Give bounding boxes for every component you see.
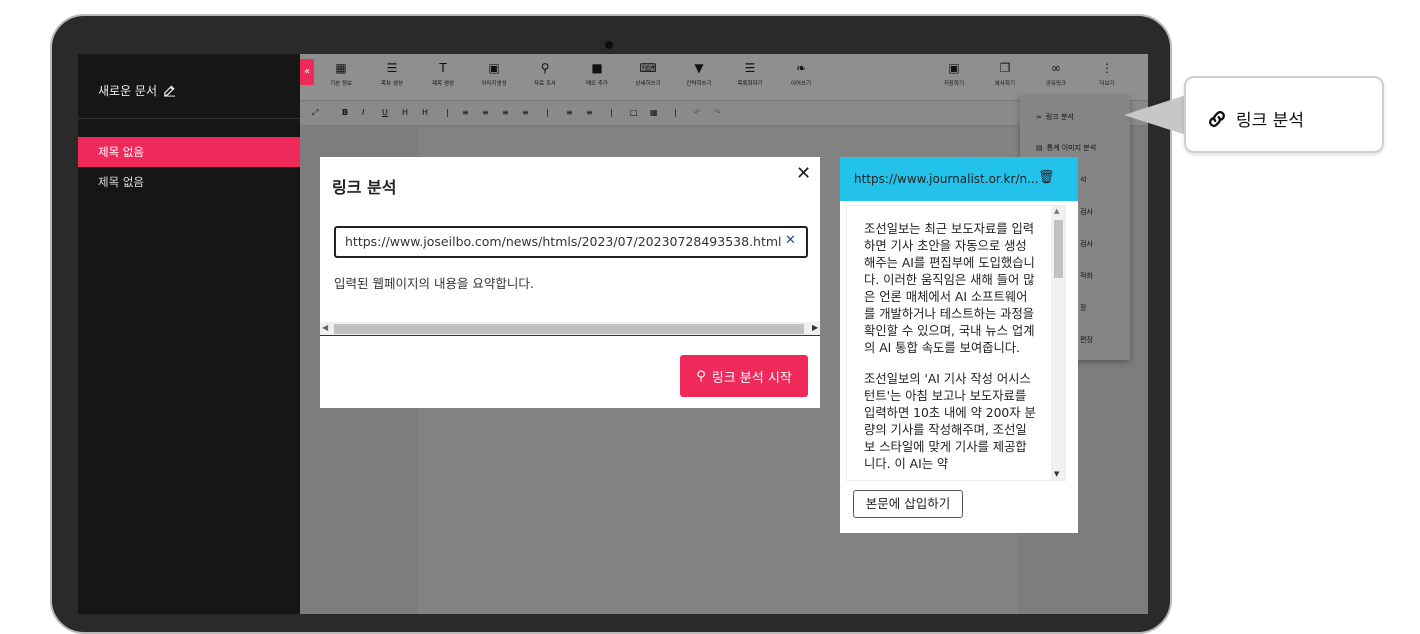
align-justify-icon[interactable]: ≡	[522, 108, 529, 117]
link-result-panel: https://www.journalist.or.kr/n... 🗑 조선일보…	[840, 157, 1078, 533]
callout-label: 링크 분석	[1236, 111, 1304, 131]
dropdown-item[interactable]: 적화	[1080, 271, 1093, 281]
outdent-icon[interactable]: ≡	[586, 108, 593, 117]
scroll-up-icon[interactable]: ▲	[1054, 207, 1059, 215]
chart-icon: ▤	[1036, 144, 1043, 152]
new-document-label: 새로운 문서	[98, 84, 158, 98]
title-text-icon: T	[439, 61, 447, 75]
modal-description: 입력된 웹페이지의 내용을 요약합니다.	[334, 276, 534, 291]
start-link-analysis-button[interactable]: ⚲ 링크 분석 시작	[680, 355, 808, 397]
table-icon[interactable]: ▦	[650, 108, 658, 117]
sidebar-divider	[78, 118, 300, 119]
new-document-button[interactable]: 새로운 문서	[98, 82, 176, 99]
tool-listify[interactable]: ☰ 목록화하기	[725, 61, 775, 87]
summary-text: 조선일보는 최근 보도자료를 입력하면 기사 초안을 자동으로 생성해주는 AI…	[864, 222, 1036, 471]
edit-icon	[163, 85, 176, 97]
tool-share-link[interactable]: ∞ 공유링크	[1031, 61, 1081, 87]
toolbar-separator: |	[674, 108, 677, 117]
link-icon: ∞	[1051, 61, 1061, 75]
dropdown-item[interactable]: 검사	[1080, 207, 1093, 217]
heading-icon[interactable]: H	[402, 108, 408, 117]
result-url[interactable]: https://www.journalist.or.kr/n...	[854, 172, 1039, 186]
toolbar-separator: |	[610, 108, 613, 117]
more-vertical-icon: ⋮	[1101, 61, 1113, 75]
link-icon	[1209, 110, 1225, 127]
save-icon: ▣	[948, 61, 960, 75]
tool-more[interactable]: ⋮ 더보기	[1082, 61, 1132, 87]
image-icon: ▣	[488, 61, 500, 75]
underline-icon[interactable]: U	[382, 108, 388, 117]
heading-small-icon[interactable]: H	[422, 108, 428, 117]
dropdown-item-stats-image[interactable]: ▤ 통계 이미지 분석	[1036, 143, 1096, 153]
tool-title[interactable]: T 제목 생성	[418, 61, 468, 87]
indent-icon[interactable]: ≡	[566, 108, 573, 117]
bold-icon[interactable]: B	[342, 108, 348, 117]
sidebar: 새로운 문서 제목 없음 제목 없음	[78, 54, 300, 614]
trash-icon[interactable]: 🗑	[1038, 170, 1055, 185]
list-icon: ☰	[744, 61, 756, 75]
tool-research[interactable]: ⚲ 자료 조사	[520, 61, 570, 87]
document-item-active[interactable]: 제목 없음	[78, 137, 300, 167]
dropdown-item-link-analysis[interactable]: ∞ 링크 분석	[1036, 112, 1074, 122]
tool-toc[interactable]: ☰ 목차 생성	[367, 61, 417, 87]
scroll-down-icon[interactable]: ▼	[1054, 470, 1059, 478]
toolbar-separator: |	[546, 108, 549, 117]
funnel-icon: ▼	[694, 61, 704, 75]
italic-icon[interactable]: I	[362, 108, 364, 117]
memo-icon: ■	[591, 61, 603, 75]
copy-icon: ❐	[999, 61, 1011, 75]
scrollbar-thumb[interactable]	[334, 324, 804, 334]
tool-copy[interactable]: ❐ 복사하기	[980, 61, 1030, 87]
tool-basic-info[interactable]: ▦ 기본 정보	[316, 61, 366, 87]
scroll-right-icon[interactable]: ▶	[812, 323, 818, 332]
search-icon: ⚲	[540, 61, 550, 75]
dropdown-item[interactable]: 석	[1080, 175, 1086, 185]
vertical-scrollbar[interactable]: ▲ ▼	[1051, 206, 1065, 480]
list-numbered-icon: ☰	[386, 61, 398, 75]
tool-detail[interactable]: ⌨ 상세히쓰기	[623, 61, 673, 87]
link-analysis-modal: 링크 분석 ✕ https://www.joseilbo.com/news/ht…	[320, 157, 820, 408]
scroll-left-icon[interactable]: ◀	[322, 323, 328, 332]
expand-icon[interactable]: ⤢	[312, 108, 318, 118]
toolbar-separator: |	[446, 108, 449, 117]
align-center-icon[interactable]: ≡	[482, 108, 489, 117]
document-item[interactable]: 제목 없음	[78, 167, 300, 197]
feature-callout: 링크 분석	[1184, 76, 1384, 153]
tool-brief[interactable]: ▼ 간략히쓰기	[674, 61, 724, 87]
insert-into-body-button[interactable]: 본문에 삽입하기	[853, 490, 963, 518]
clear-input-icon[interactable]: ✕	[785, 233, 796, 248]
dropdown-item[interactable]: 검사	[1080, 239, 1093, 249]
url-input[interactable]: https://www.joseilbo.com/news/htmls/2023…	[334, 226, 808, 258]
link-icon: ∞	[1036, 113, 1042, 121]
tool-memo[interactable]: ■ 메모 추가	[572, 61, 622, 87]
dropdown-item[interactable]: 편장	[1080, 335, 1093, 345]
horizontal-scrollbar[interactable]: ◀ ▶	[320, 322, 820, 336]
collapse-sidebar-button[interactable]: «	[300, 59, 314, 85]
file-icon[interactable]: □	[630, 108, 638, 117]
callout-pointer	[1124, 95, 1186, 135]
feather-icon: ❧	[795, 61, 807, 75]
keyboard-icon: ⌨	[639, 61, 657, 75]
dropdown-item[interactable]: 장	[1080, 303, 1086, 313]
redo-icon[interactable]: ↷	[714, 108, 721, 117]
undo-icon[interactable]: ↶	[694, 108, 701, 117]
tool-image[interactable]: ▣ 이미지생성	[469, 61, 519, 87]
tool-save[interactable]: ▣ 저장하기	[929, 61, 979, 87]
close-icon[interactable]: ✕	[796, 163, 811, 184]
result-url-header: https://www.journalist.or.kr/n... 🗑	[840, 157, 1078, 201]
top-toolbar: ▦ 기본 정보 ☰ 목차 생성 T 제목 생성 ▣ 이미지생성 ⚲ 자료 조사 …	[300, 54, 1148, 100]
align-left-icon[interactable]: ≡	[462, 108, 469, 117]
tool-continue[interactable]: ❧ 이어쓰기	[776, 61, 826, 87]
document-info-icon: ▦	[335, 61, 347, 75]
scrollbar-thumb[interactable]	[1054, 220, 1063, 278]
search-icon: ⚲	[696, 368, 706, 384]
webcam	[605, 41, 613, 49]
modal-title: 링크 분석	[332, 178, 397, 197]
align-right-icon[interactable]: ≡	[502, 108, 509, 117]
result-summary: 조선일보는 최근 보도자료를 입력하면 기사 초안을 자동으로 생성해주는 AI…	[846, 205, 1066, 481]
